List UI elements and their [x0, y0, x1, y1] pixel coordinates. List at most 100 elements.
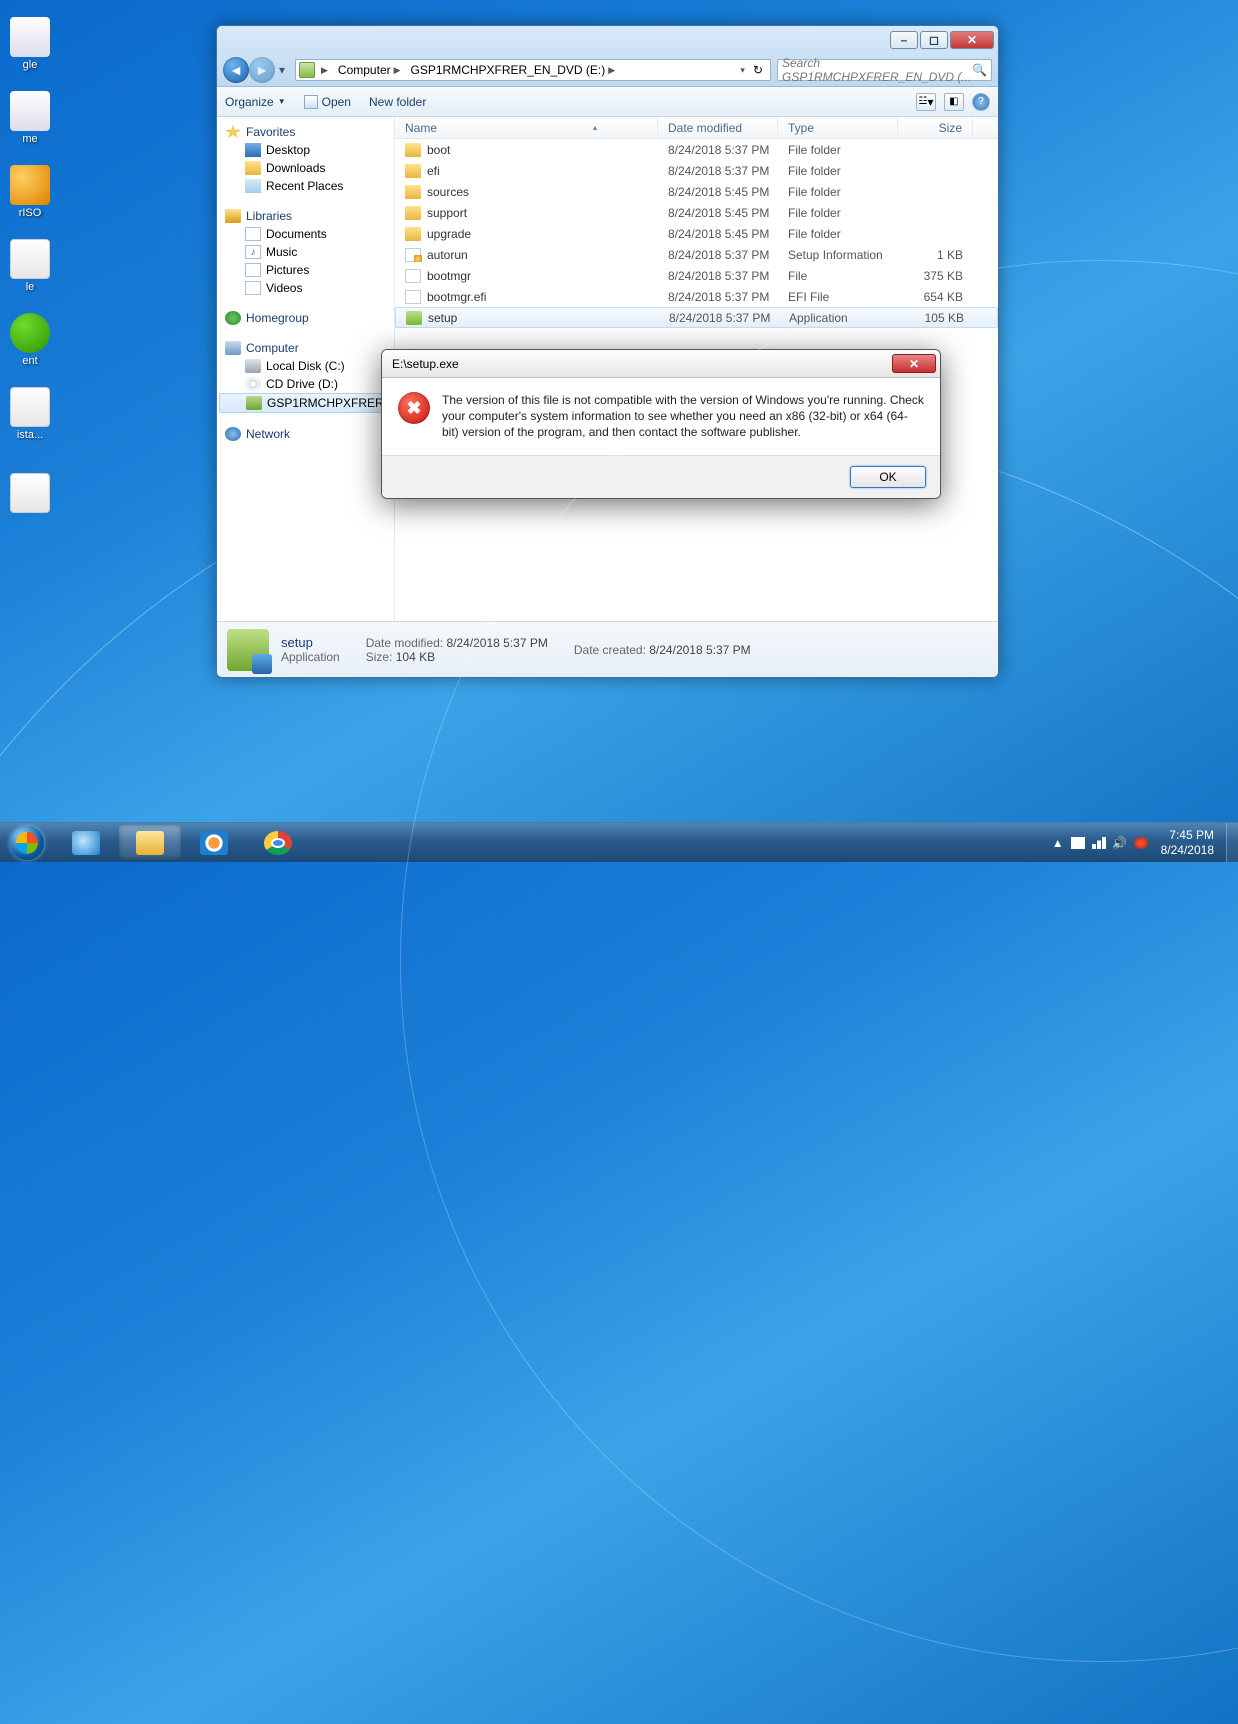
maximize-button[interactable]: ◻ — [920, 31, 948, 49]
nav-item-pictures[interactable]: Pictures — [217, 261, 394, 279]
taskbar-wmp[interactable] — [183, 825, 245, 860]
preview-pane-button[interactable]: ◧ — [944, 93, 964, 111]
nav-item-videos[interactable]: Videos — [217, 279, 394, 297]
nav-item-cd-drive[interactable]: CD Drive (D:) — [217, 375, 394, 393]
disk-icon — [245, 359, 261, 373]
error-dialog: E:\setup.exe ✕ ✖ The version of this fil… — [381, 349, 941, 499]
file-row[interactable]: efi8/24/2018 5:37 PMFile folder — [395, 160, 998, 181]
column-size[interactable]: Size — [898, 117, 973, 138]
start-button[interactable] — [0, 823, 54, 862]
tray-overflow-button[interactable]: ▲ — [1052, 836, 1064, 850]
view-button[interactable]: ☳ ▾ — [916, 93, 936, 111]
desktop-icon[interactable]: rISO — [4, 150, 56, 222]
search-icon[interactable]: 🔍 — [972, 63, 987, 77]
file-type: File folder — [778, 143, 898, 157]
volume-icon[interactable]: 🔊 — [1113, 837, 1127, 849]
forward-button[interactable]: ► — [249, 57, 275, 83]
nav-item-documents[interactable]: Documents — [217, 225, 394, 243]
file-row[interactable]: sources8/24/2018 5:45 PMFile folder — [395, 181, 998, 202]
file-name: support — [427, 206, 467, 220]
ultraiso-icon — [10, 165, 50, 205]
desktop-icons: gle me rISO le ent ista... — [0, 0, 60, 520]
nav-item-desktop[interactable]: Desktop — [217, 141, 394, 159]
file-row[interactable]: bootmgr.efi8/24/2018 5:37 PMEFI File654 … — [395, 286, 998, 307]
nav-item-downloads[interactable]: Downloads — [217, 159, 394, 177]
nav-history-dropdown[interactable]: ▾ — [275, 60, 289, 80]
desktop-icon[interactable]: ista... — [4, 372, 56, 444]
nav-item-local-disk[interactable]: Local Disk (C:) — [217, 357, 394, 375]
column-name[interactable]: Name▴ — [395, 117, 658, 138]
column-date[interactable]: Date modified — [658, 117, 778, 138]
nav-computer[interactable]: Computer — [217, 339, 394, 357]
desktop-icon[interactable]: me — [4, 76, 56, 148]
nav-item-recent[interactable]: Recent Places — [217, 177, 394, 195]
file-row[interactable]: setup8/24/2018 5:37 PMApplication105 KB — [395, 307, 998, 328]
organize-button[interactable]: Organize▼ — [225, 95, 286, 109]
open-button[interactable]: Open — [304, 95, 351, 109]
desktop-icon[interactable] — [4, 446, 56, 518]
show-desktop-button[interactable] — [1226, 823, 1238, 862]
back-button[interactable]: ◄ — [223, 57, 249, 83]
folder-icon — [405, 185, 421, 199]
videos-icon — [245, 281, 261, 295]
title-bar[interactable]: – ◻ ✕ — [217, 26, 998, 54]
nav-favorites[interactable]: Favorites — [217, 123, 394, 141]
alert-icon[interactable] — [1134, 837, 1148, 849]
taskbar-explorer[interactable] — [119, 825, 181, 860]
utorrent-icon — [10, 313, 50, 353]
refresh-button[interactable]: ↻ — [749, 62, 767, 78]
breadcrumb-sep[interactable]: ▶ — [317, 64, 332, 77]
pictures-icon — [245, 263, 261, 277]
clock[interactable]: 7:45 PM 8/24/2018 — [1155, 828, 1220, 857]
file-size: 654 KB — [898, 290, 973, 304]
breadcrumb-drive[interactable]: GSP1RMCHPXFRER_EN_DVD (E:)▶ — [407, 62, 620, 78]
navigation-pane: Favorites Desktop Downloads Recent Place… — [217, 117, 395, 621]
nav-item-music[interactable]: ♪Music — [217, 243, 394, 261]
new-folder-button[interactable]: New folder — [369, 95, 426, 109]
network-icon[interactable] — [1092, 837, 1106, 849]
address-dropdown[interactable]: ▾ — [736, 64, 749, 77]
system-tray: ▲ 🔊 7:45 PM 8/24/2018 — [1046, 823, 1226, 862]
computer-icon — [225, 341, 241, 355]
address-bar[interactable]: ▶ Computer▶ GSP1RMCHPXFRER_EN_DVD (E:)▶ … — [295, 59, 771, 81]
file-date: 8/24/2018 5:37 PM — [658, 248, 778, 262]
details-pane: setup Application Date modified: 8/24/20… — [217, 621, 998, 677]
chrome-icon — [264, 831, 292, 855]
file-row[interactable]: boot8/24/2018 5:37 PMFile folder — [395, 139, 998, 160]
file-row[interactable]: autorun8/24/2018 5:37 PMSetup Informatio… — [395, 244, 998, 265]
star-icon — [225, 125, 241, 139]
nav-network[interactable]: Network — [217, 425, 394, 443]
taskbar-chrome[interactable] — [247, 825, 309, 860]
action-center-icon[interactable] — [1071, 837, 1085, 849]
dialog-title-bar[interactable]: E:\setup.exe ✕ — [382, 350, 940, 378]
desktop-icon[interactable]: le — [4, 224, 56, 296]
file-row[interactable]: support8/24/2018 5:45 PMFile folder — [395, 202, 998, 223]
file-date: 8/24/2018 5:45 PM — [658, 206, 778, 220]
details-size-label: Size: — [366, 650, 393, 664]
search-input[interactable]: Search GSP1RMCHPXFRER_EN_DVD (... 🔍 — [777, 59, 992, 81]
close-button[interactable]: ✕ — [950, 31, 994, 49]
search-placeholder: Search GSP1RMCHPXFRER_EN_DVD (... — [782, 56, 972, 84]
dvd-icon — [246, 396, 262, 410]
documents-icon — [245, 227, 261, 241]
nav-libraries[interactable]: Libraries — [217, 207, 394, 225]
window-frame: – ◻ ✕ ◄ ► ▾ ▶ Computer▶ GSP1RMCHPXFRER_E… — [217, 26, 998, 87]
file-row[interactable]: bootmgr8/24/2018 5:37 PMFile375 KB — [395, 265, 998, 286]
explorer-icon — [136, 831, 164, 855]
column-type[interactable]: Type — [778, 117, 898, 138]
file-date: 8/24/2018 5:45 PM — [658, 185, 778, 199]
minimize-button[interactable]: – — [890, 31, 918, 49]
nav-homegroup[interactable]: Homegroup — [217, 309, 394, 327]
help-button[interactable]: ? — [972, 93, 990, 111]
music-icon: ♪ — [245, 245, 261, 259]
nav-item-dvd-drive[interactable]: GSP1RMCHPXFRER_... — [219, 393, 392, 413]
ok-button[interactable]: OK — [850, 466, 926, 488]
taskbar-ie[interactable] — [55, 825, 117, 860]
file-row[interactable]: upgrade8/24/2018 5:45 PMFile folder — [395, 223, 998, 244]
file-icon — [10, 239, 50, 279]
dialog-close-button[interactable]: ✕ — [892, 354, 936, 373]
desktop-icon[interactable]: ent — [4, 298, 56, 370]
file-name: bootmgr.efi — [427, 290, 486, 304]
breadcrumb-computer[interactable]: Computer▶ — [334, 62, 405, 78]
desktop-icon[interactable]: gle — [4, 2, 56, 74]
